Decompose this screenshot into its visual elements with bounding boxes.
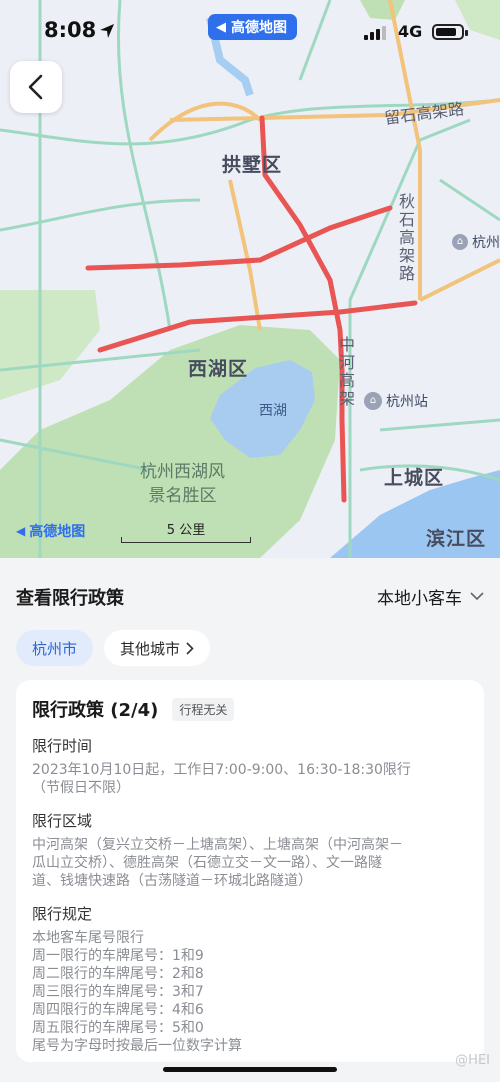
area-line: 中河高架（复兴立交桥－上塘高架）、上塘高架（中河高架－ xyxy=(32,837,403,853)
district-binjiang: 滨江区 xyxy=(426,528,487,550)
scale-label: 5 公里 xyxy=(166,523,206,538)
policy-card: 限行政策 (2/4) 行程无关 限行时间 2023年10月10日起，工作日7:0… xyxy=(16,680,484,1062)
rule-body: 本地客车尾号限行 周一限行的车牌尾号：1和9 周二限行的车牌尾号：2和8 周三限… xyxy=(32,929,468,1055)
poi-hangzhou-station[interactable]: ⌂ 杭州站 xyxy=(364,391,428,411)
home-indicator[interactable] xyxy=(163,1067,337,1072)
scale-bar xyxy=(121,537,251,543)
rule-line: 尾号为字母时按最后一位数字计算 xyxy=(32,1038,242,1054)
other-cities-label: 其他城市 xyxy=(120,639,181,658)
amap-watermark-logo: ◀ 高德地图 xyxy=(16,521,85,541)
time-line: （节假日不限） xyxy=(32,780,130,796)
scenic-line-2: 景名胜区 xyxy=(148,486,217,506)
rule-line: 周五限行的车牌尾号：5和0 xyxy=(32,1020,204,1036)
road-zhonghe: 中河高架 xyxy=(336,336,355,408)
time-body: 2023年10月10日起，工作日7:00-9:00、16:30-18:30限行 … xyxy=(32,761,468,797)
area-body: 中河高架（复兴立交桥－上塘高架）、上塘高架（中河高架－ 瓜山立交桥）、德胜高架（… xyxy=(32,836,468,890)
location-arrow-icon xyxy=(100,24,114,38)
battery-icon xyxy=(432,24,468,40)
policy-panel: 查看限行政策 本地小客车 杭州市 其他城市 限行政策 (2/4) 行程无关 限行… xyxy=(0,558,500,1082)
amap-brand-label: 高德地图 xyxy=(231,20,287,36)
amap-watermark-label: 高德地图 xyxy=(29,524,86,540)
chevron-down-icon xyxy=(470,592,484,601)
rule-line: 周三限行的车牌尾号：3和7 xyxy=(32,984,204,1000)
watermark: @HEI xyxy=(455,1053,490,1068)
scenic-area-label: 杭州西湖风 景名胜区 xyxy=(140,460,225,508)
network-type: 4G xyxy=(398,22,423,41)
station-pin-icon: ⌂ xyxy=(364,392,382,410)
status-time: 8:08 xyxy=(44,18,97,42)
rule-line: 周二限行的车牌尾号：2和8 xyxy=(32,966,204,982)
district-shangcheng: 上城区 xyxy=(384,467,445,489)
trip-irrelevant-tag: 行程无关 xyxy=(172,697,235,721)
policy-title: 限行政策 (2/4) xyxy=(32,700,159,721)
signal-icon xyxy=(364,26,386,40)
district-gongshu: 拱墅区 xyxy=(222,154,283,176)
map-view[interactable]: 拱墅区 西湖区 上城区 滨江区 留石高架路 秋石高架路 中河高架 西湖 杭州西湖… xyxy=(0,0,500,558)
scenic-line-1: 杭州西湖风 xyxy=(140,462,225,482)
chevron-left-icon xyxy=(28,74,43,100)
amap-brand-badge: ◀ 高德地图 xyxy=(208,14,297,40)
rule-line: 本地客车尾号限行 xyxy=(32,930,144,946)
poi-hangzhou-label: 杭州 xyxy=(472,235,500,251)
area-line: 瓜山立交桥）、德胜高架（石德立交－文一路）、文一路隧 xyxy=(32,855,382,871)
poi-hangzhou[interactable]: ⌂ 杭州 xyxy=(452,232,500,252)
lake-label: 西湖 xyxy=(259,403,287,419)
road-qiushi: 秋石高架路 xyxy=(396,193,415,283)
map-scale: 5 公里 xyxy=(121,519,251,543)
time-heading: 限行时间 xyxy=(32,737,93,755)
rule-line: 周一限行的车牌尾号：1和9 xyxy=(32,948,204,964)
amap-logo-icon: ◀ xyxy=(216,19,226,35)
other-cities-button[interactable]: 其他城市 xyxy=(104,630,211,666)
area-heading: 限行区域 xyxy=(32,812,93,830)
poi-pin-icon: ⌂ xyxy=(452,234,468,250)
vehicle-type-label: 本地小客车 xyxy=(377,589,462,609)
city-chip-hangzhou[interactable]: 杭州市 xyxy=(16,630,94,666)
poi-hangzhou-station-label: 杭州站 xyxy=(386,394,428,410)
chevron-right-icon xyxy=(186,641,194,655)
back-button[interactable] xyxy=(10,61,62,113)
panel-title: 查看限行政策 xyxy=(16,588,124,609)
rule-line: 周四限行的车牌尾号：4和6 xyxy=(32,1002,204,1018)
amap-small-logo-icon: ◀ xyxy=(16,524,26,538)
district-xihu: 西湖区 xyxy=(188,358,249,380)
area-line: 道、钱塘快速路（古荡隧道－环城北路隧道） xyxy=(32,873,312,889)
time-line: 2023年10月10日起，工作日7:00-9:00、16:30-18:30限行 xyxy=(32,762,411,778)
rule-heading: 限行规定 xyxy=(32,905,93,923)
vehicle-type-selector[interactable]: 本地小客车 xyxy=(377,584,484,609)
